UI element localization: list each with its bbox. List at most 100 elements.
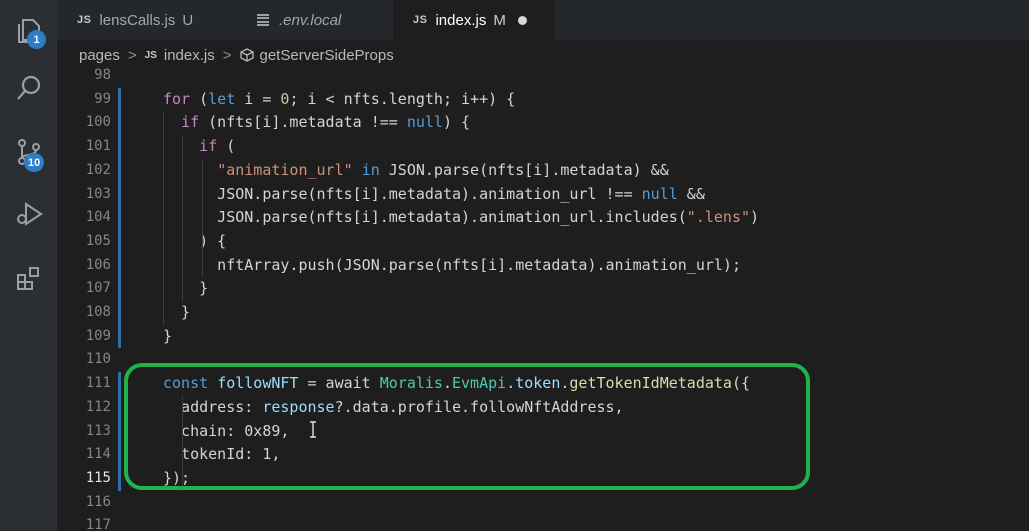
run-debug-icon[interactable]: [0, 188, 57, 240]
modified-gutter-marker: [118, 372, 121, 491]
code-text: }: [163, 301, 190, 325]
line-number: 111: [85, 375, 111, 392]
code-token: null: [406, 113, 443, 132]
javascript-file-icon: JS: [77, 14, 92, 26]
breadcrumb-separator: >: [222, 46, 232, 64]
source-control-badge: 10: [24, 153, 45, 172]
code-token: ) {: [163, 231, 227, 250]
extensions-icon[interactable]: [0, 252, 57, 304]
line-number: 102: [85, 161, 111, 178]
tab-label: .env.local: [279, 11, 342, 29]
code-text: }: [163, 325, 172, 349]
code-token: ): [750, 208, 760, 227]
line-number: 117: [85, 517, 111, 531]
code-token: JSON.parse(nfts[i].metadata).animation_u…: [163, 184, 642, 203]
code-line[interactable]: 116: [57, 491, 1029, 515]
code-token: &&: [677, 184, 705, 203]
line-number: 101: [85, 138, 111, 155]
line-number: 112: [85, 398, 111, 415]
line-number: 109: [85, 327, 111, 344]
line-number: 99: [94, 90, 111, 107]
code-text: if (: [163, 135, 235, 159]
code-token: JSON.parse(nfts[i].metadata).animation_u…: [163, 208, 687, 227]
code-text: }: [163, 277, 208, 301]
code-token: }: [163, 279, 209, 298]
method-cube-icon: [239, 48, 254, 62]
javascript-file-icon: JS: [413, 14, 428, 26]
line-number: 110: [85, 351, 111, 368]
code-token: in: [361, 160, 380, 179]
line-number: 105: [85, 232, 111, 249]
code-token: if: [181, 113, 200, 132]
code-token: (: [217, 137, 236, 156]
code-token: "animation_url": [217, 160, 353, 179]
breadcrumb-separator: >: [127, 46, 137, 64]
code-text: "animation_url" in JSON.parse(nfts[i].me…: [163, 159, 669, 183]
code-token: (: [190, 89, 209, 108]
line-number: 115: [85, 469, 111, 486]
text-cursor-icon: [310, 421, 316, 438]
line-number: 114: [85, 446, 111, 463]
explorer-badge: 1: [27, 30, 46, 49]
code-text: for (let i = 0; i < nfts.length; i++) {: [163, 88, 515, 112]
line-number: 104: [85, 209, 111, 226]
tab-label: lensCalls.js: [99, 11, 176, 29]
code-line[interactable]: 109}: [57, 325, 1029, 349]
code-text: nftArray.push(JSON.parse(nfts[i].metadat…: [163, 254, 741, 278]
unsaved-dot-icon[interactable]: [517, 15, 527, 25]
breadcrumb-file[interactable]: index.js: [164, 47, 215, 64]
code-token: JSON.parse(nfts[i].metadata) &&: [379, 160, 669, 179]
modified-status: M: [493, 11, 506, 29]
line-number: 107: [85, 280, 111, 297]
line-number: 106: [85, 256, 111, 273]
code-line[interactable]: 108 }: [57, 301, 1029, 325]
line-number: 108: [85, 304, 111, 320]
tab-index-js[interactable]: JS index.js M: [393, 0, 555, 40]
code-line[interactable]: 100 if (nfts[i].metadata !== null) {: [57, 111, 1029, 135]
indent-guide: [202, 158, 203, 278]
code-text: ) {: [163, 230, 226, 254]
code-token: (nfts[i].metadata !==: [199, 113, 407, 132]
code-line[interactable]: 101 if (: [57, 135, 1029, 159]
line-number: 103: [85, 185, 111, 202]
indent-guide: [182, 135, 183, 301]
javascript-file-icon: JS: [144, 49, 157, 61]
code-text: if (nfts[i].metadata !== null) {: [163, 111, 470, 135]
highlight-annotation-box: [124, 363, 810, 490]
line-number: 113: [85, 422, 111, 439]
code-line[interactable]: 99 for (let i = 0; i < nfts.length; i++) …: [57, 88, 1029, 112]
tab-label: index.js: [435, 11, 487, 29]
code-text: JSON.parse(nfts[i].metadata).animation_u…: [163, 183, 705, 207]
tab-env-local[interactable]: .env.local: [233, 0, 393, 40]
code-token: i =: [235, 89, 281, 108]
code-token: null: [641, 184, 678, 203]
code-token: if: [199, 137, 218, 156]
explorer-icon[interactable]: [0, 4, 57, 56]
code-token: for: [163, 89, 191, 108]
code-token: ; i < nfts.length; i++) {: [289, 89, 516, 108]
search-icon[interactable]: [0, 62, 57, 114]
breadcrumb-symbol[interactable]: getServerSideProps: [260, 47, 394, 64]
tab-bar: JS lensCalls.js U .env.local JS index.js…: [57, 0, 1029, 40]
code-line[interactable]: 98: [57, 64, 1029, 88]
settings-lines-icon: [257, 14, 269, 26]
code-token: nftArray.push(JSON.parse(nfts[i].metadat…: [163, 255, 741, 274]
line-number: 100: [85, 114, 111, 131]
code-token: }: [163, 303, 191, 321]
line-number: 116: [85, 493, 111, 510]
activity-bar: 1 10: [0, 0, 57, 531]
tab-lenscalls[interactable]: JS lensCalls.js U: [57, 0, 233, 40]
breadcrumb-folder[interactable]: pages: [79, 47, 120, 64]
code-line[interactable]: 107 }: [57, 277, 1029, 301]
code-line[interactable]: 117: [57, 514, 1029, 531]
code-token: }: [163, 326, 173, 345]
code-text: JSON.parse(nfts[i].metadata).animation_u…: [163, 206, 759, 230]
code-token: ".lens": [686, 208, 751, 227]
modified-gutter-marker: [118, 87, 121, 349]
untracked-status: U: [182, 11, 194, 29]
indent-guide: [163, 111, 164, 325]
code-token: ) {: [442, 113, 471, 132]
